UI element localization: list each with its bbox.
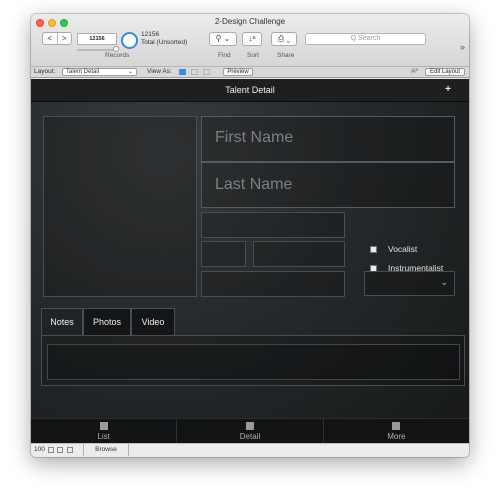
add-record-button[interactable]: + bbox=[445, 84, 451, 95]
layout-header: Talent Detail + bbox=[31, 79, 469, 102]
form-view-icon[interactable] bbox=[179, 69, 186, 75]
detail-field-3[interactable] bbox=[253, 241, 345, 267]
edit-layout-button[interactable]: Edit Layout bbox=[425, 68, 465, 76]
nav-more-label: More bbox=[387, 432, 406, 441]
tab-notes[interactable]: Notes bbox=[41, 308, 83, 335]
layout-select[interactable]: Talent Detail ⌄ bbox=[62, 68, 137, 76]
nav-list-label: List bbox=[97, 432, 110, 441]
photo-container[interactable] bbox=[43, 116, 197, 297]
find-button[interactable]: ⚲ ⌄ bbox=[209, 32, 237, 46]
category-dropdown[interactable]: ⌄ bbox=[364, 271, 455, 296]
detail-field-2[interactable] bbox=[201, 241, 246, 267]
table-view-icon[interactable] bbox=[203, 69, 210, 75]
tab-video[interactable]: Video bbox=[131, 308, 175, 335]
vocalist-label: Vocalist bbox=[388, 244, 418, 254]
record-navigation: < > bbox=[42, 32, 72, 45]
search-input[interactable]: Q Search bbox=[305, 33, 426, 45]
nav-detail-label: Detail bbox=[239, 432, 261, 441]
chevron-down-icon: ⌄ bbox=[440, 277, 448, 287]
record-number-field[interactable]: 12156 bbox=[77, 33, 117, 45]
view-as-label: View As: bbox=[147, 68, 172, 75]
app-window: 2-Design Challenge < > 12156 Records 121… bbox=[31, 14, 469, 457]
layout-bar: Layout: Talent Detail ⌄ View As: Preview… bbox=[31, 67, 469, 78]
record-slider[interactable] bbox=[77, 49, 117, 51]
last-name-field[interactable]: Last Name bbox=[201, 162, 455, 208]
list-icon bbox=[99, 422, 108, 430]
sort-status: Total (Unsorted) bbox=[141, 39, 188, 46]
page-title: Talent Detail bbox=[225, 85, 275, 95]
detail-field-1[interactable] bbox=[201, 212, 345, 238]
detail-icon bbox=[245, 422, 254, 430]
nav-detail-button[interactable]: Detail bbox=[177, 419, 324, 443]
layout-label: Layout: bbox=[34, 68, 56, 75]
tab-photos[interactable]: Photos bbox=[83, 308, 131, 335]
toolbar-overflow-icon[interactable]: » bbox=[460, 42, 465, 52]
sort-button[interactable]: ↓ᵃ bbox=[242, 32, 262, 46]
zoom-in-icon[interactable] bbox=[57, 447, 63, 453]
previous-record-button[interactable]: < bbox=[43, 33, 58, 44]
chevron-down-icon: ⌄ bbox=[127, 69, 133, 75]
zoom-level[interactable]: 100 bbox=[34, 446, 45, 453]
sort-label: Sort bbox=[247, 52, 259, 59]
nav-list-button[interactable]: List bbox=[31, 419, 178, 443]
share-label: Share bbox=[277, 52, 295, 59]
nav-more-button[interactable]: More bbox=[324, 419, 469, 443]
tab-panel-notes bbox=[41, 335, 465, 386]
next-record-button[interactable]: > bbox=[58, 33, 72, 44]
share-button[interactable]: ⎙ ⌄ bbox=[271, 32, 297, 46]
list-view-icon[interactable] bbox=[191, 69, 198, 75]
status-toolbar-toggle-icon[interactable] bbox=[67, 447, 73, 453]
first-name-field[interactable]: First Name bbox=[201, 116, 455, 162]
text-size-icon[interactable]: Aª bbox=[411, 68, 418, 75]
layout-content: Talent Detail + First Name Last Name Voc… bbox=[31, 79, 469, 443]
records-label: Records bbox=[105, 52, 130, 59]
detail-field-4[interactable] bbox=[201, 271, 345, 297]
total-record-count: 12156 bbox=[141, 31, 160, 38]
layout-select-value: Talent Detail bbox=[66, 69, 100, 75]
bottom-navigation: List Detail More bbox=[31, 418, 469, 443]
find-label: Find bbox=[218, 52, 231, 59]
titlebar: 2-Design Challenge < > 12156 Records 121… bbox=[31, 14, 469, 67]
found-set-pie-icon bbox=[121, 32, 138, 49]
mode-indicator[interactable]: Browse bbox=[83, 444, 129, 456]
zoom-out-icon[interactable] bbox=[48, 447, 54, 453]
more-icon bbox=[392, 422, 401, 430]
preview-button[interactable]: Preview bbox=[223, 68, 253, 76]
status-bar: 100 Browse bbox=[31, 443, 469, 457]
window-title: 2-Design Challenge bbox=[214, 17, 286, 26]
vocalist-checkbox[interactable] bbox=[370, 246, 377, 253]
notes-field[interactable] bbox=[47, 344, 460, 380]
